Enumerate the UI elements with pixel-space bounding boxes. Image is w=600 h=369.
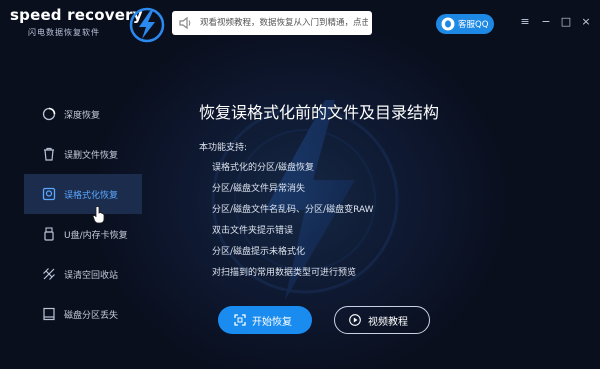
sidebar-item-label: 误清空回收站 [64, 271, 119, 281]
start-recovery-label: 开始恢复 [252, 317, 292, 328]
qq-button-label: 客服QQ [458, 20, 489, 30]
maximize-icon[interactable]: □ [560, 16, 572, 28]
notice-bar[interactable]: 观看视频教程，数据恢复从入门到精通，点击立即学习！ [172, 11, 372, 35]
qq-icon [441, 17, 455, 31]
deep-scan-icon [42, 107, 56, 121]
sidebar-item-label: 深度恢复 [64, 111, 101, 121]
sidebar-item-partition-lost[interactable]: 磁盘分区丢失 [24, 294, 142, 334]
feature-item: 双击文件夹提示错误 [212, 226, 294, 236]
feature-item: 误格式化的分区/磁盘恢复 [212, 163, 315, 173]
scan-icon [234, 314, 246, 326]
sidebar-item-label: 磁盘分区丢失 [64, 311, 119, 321]
header: speed recovery 闪电数据恢复软件 观看视频教程，数据恢复从入门到精… [0, 0, 600, 46]
partition-icon [43, 307, 55, 321]
recycle-icon [43, 268, 55, 280]
sidebar-item-label: 误格式化恢复 [64, 191, 119, 201]
lightning-bolt-icon [129, 7, 165, 43]
sidebar-item-label: 误删文件恢复 [64, 151, 119, 161]
notice-text[interactable]: 观看视频教程，数据恢复从入门到精通，点击立即学习！ [200, 16, 368, 28]
app-subtitle: 闪电数据恢复软件 [28, 28, 100, 37]
logo: speed recovery 闪电数据恢复软件 [10, 6, 165, 43]
usb-icon [44, 227, 54, 241]
minimize-icon[interactable]: − [540, 16, 552, 28]
support-label: 本功能支持: [199, 143, 248, 153]
sidebar-item-deep-recovery[interactable]: 深度恢复 [24, 94, 142, 134]
speaker-icon [179, 16, 191, 30]
page-title: 恢复误格式化前的文件及目录结构 [199, 103, 440, 122]
feature-item: 分区/磁盘提示未格式化 [212, 247, 306, 257]
hand-cursor-icon [92, 206, 105, 224]
video-tutorial-label: 视频教程 [368, 317, 408, 328]
app-title: speed recovery [10, 6, 143, 24]
sidebar-item-recycle-bin[interactable]: 误清空回收站 [24, 254, 142, 294]
play-icon [349, 314, 361, 326]
sidebar-item-deleted-files[interactable]: 误删文件恢复 [24, 134, 142, 174]
menu-icon[interactable]: ≡ [519, 16, 531, 28]
close-icon[interactable]: × [580, 16, 592, 28]
customer-service-qq-button[interactable]: 客服QQ [436, 14, 494, 34]
sidebar-item-format-recovery[interactable]: 误格式化恢复 [24, 174, 142, 214]
feature-item: 分区/磁盘文件名乱码、分区/磁盘变RAW [212, 205, 374, 215]
sidebar-item-usb-recovery[interactable]: U盘/内存卡恢复 [24, 214, 142, 254]
feature-item: 对扫描到的常用数据类型可进行预览 [212, 268, 357, 278]
feature-item: 分区/磁盘文件异常消失 [212, 184, 306, 194]
app-window: speed recovery 闪电数据恢复软件 观看视频教程，数据恢复从入门到精… [0, 0, 600, 369]
disk-icon [42, 187, 56, 201]
sidebar-item-label: U盘/内存卡恢复 [64, 231, 128, 241]
video-tutorial-button[interactable]: 视频教程 [334, 306, 430, 334]
start-recovery-button[interactable]: 开始恢复 [218, 306, 312, 334]
trash-icon [44, 147, 54, 161]
